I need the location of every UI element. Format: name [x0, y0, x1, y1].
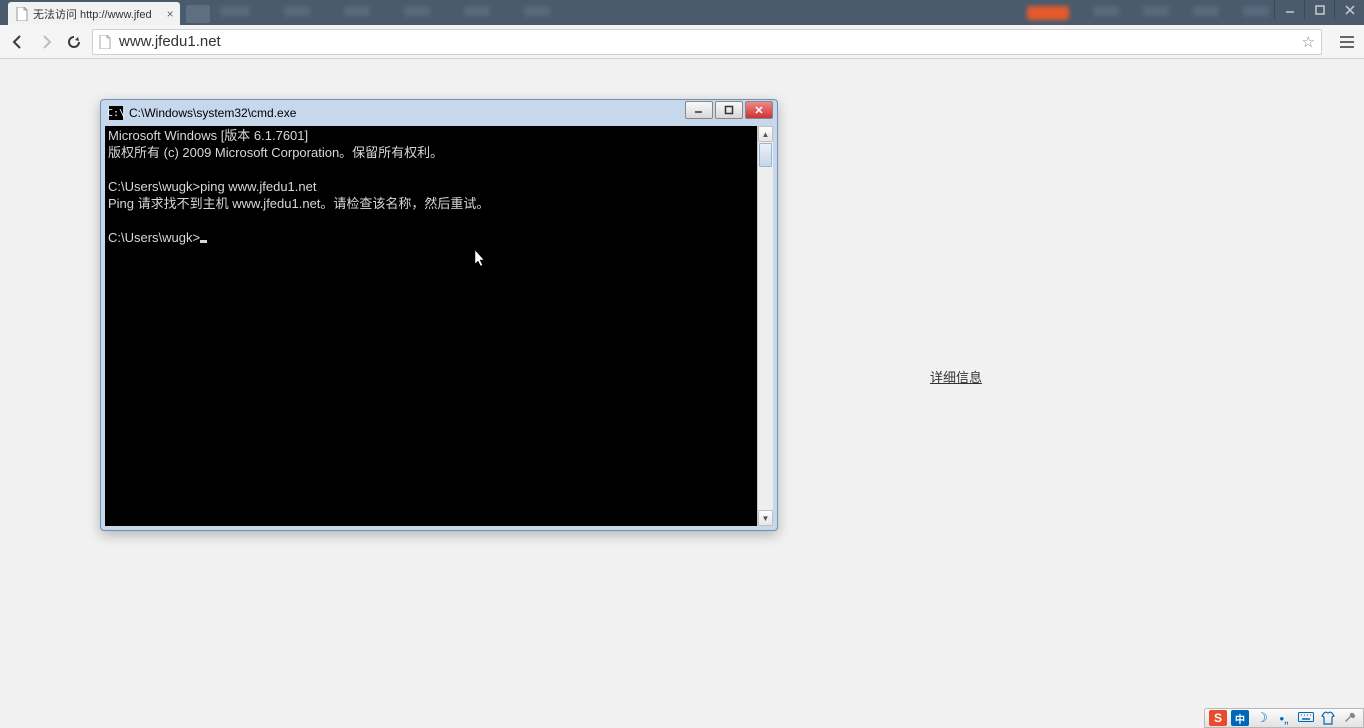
- cmd-prompt: C:\Users\wugk>: [108, 230, 200, 245]
- bookmark-star-icon[interactable]: ☆: [1302, 33, 1315, 51]
- browser-tab-bar: 无法访问 http://www.jfed ×: [0, 0, 1364, 25]
- window-controls: [1274, 0, 1364, 20]
- mouse-cursor-icon: [475, 218, 487, 284]
- forward-button[interactable]: [36, 32, 56, 52]
- tab-close-icon[interactable]: ×: [167, 7, 174, 21]
- cmd-line: Ping 请求找不到主机 www.jfedu1.net。请检查该名称，然后重试。: [108, 196, 489, 211]
- cmd-title: C:\Windows\system32\cmd.exe: [129, 106, 771, 120]
- window-close-button[interactable]: [1334, 0, 1364, 20]
- extension-blur: [1027, 6, 1269, 20]
- ime-sogou-icon[interactable]: S: [1209, 710, 1227, 726]
- scroll-thumb[interactable]: [759, 143, 772, 167]
- new-tab-button[interactable]: [186, 5, 210, 23]
- window-maximize-button[interactable]: [1304, 0, 1334, 20]
- window-minimize-button[interactable]: [1274, 0, 1304, 20]
- ime-skin-icon[interactable]: [1319, 710, 1337, 726]
- cursor-icon: [200, 240, 207, 243]
- cmd-line: 版权所有 (c) 2009 Microsoft Corporation。保留所有…: [108, 145, 443, 160]
- reload-button[interactable]: [64, 32, 84, 52]
- page-icon: [99, 35, 113, 49]
- browser-tab[interactable]: 无法访问 http://www.jfed ×: [8, 2, 180, 25]
- ime-keyboard-icon[interactable]: [1297, 710, 1315, 726]
- ime-moon-icon[interactable]: ☽: [1253, 710, 1271, 726]
- back-button[interactable]: [8, 32, 28, 52]
- bookmark-bar-blur: [220, 6, 550, 16]
- scroll-down-icon[interactable]: ▼: [758, 510, 773, 526]
- cmd-window: C:\ C:\Windows\system32\cmd.exe ✕ Micros…: [100, 99, 778, 531]
- file-icon: [16, 7, 28, 21]
- details-link[interactable]: 详细信息: [930, 367, 982, 386]
- scroll-up-icon[interactable]: ▲: [758, 126, 773, 142]
- page-content: 详细信息 C:\ C:\Windows\system32\cmd.exe ✕ M…: [0, 59, 1364, 708]
- cmd-window-controls: ✕: [685, 101, 773, 119]
- cmd-line: C:\Users\wugk>ping www.jfedu1.net: [108, 179, 316, 194]
- ime-punct-icon[interactable]: •„: [1275, 710, 1293, 726]
- cmd-icon: C:\: [109, 106, 123, 120]
- tab-title: 无法访问 http://www.jfed: [33, 6, 152, 22]
- address-bar-row: www.jfedu1.net ☆: [0, 25, 1364, 59]
- chrome-menu-button[interactable]: [1338, 36, 1356, 48]
- cmd-minimize-button[interactable]: [685, 101, 713, 119]
- cmd-body-wrap: Microsoft Windows [版本 6.1.7601] 版权所有 (c)…: [105, 126, 773, 526]
- url-bar[interactable]: www.jfedu1.net ☆: [92, 29, 1322, 55]
- cmd-scrollbar[interactable]: ▲ ▼: [757, 126, 773, 526]
- cmd-titlebar[interactable]: C:\ C:\Windows\system32\cmd.exe ✕: [105, 104, 773, 126]
- ime-settings-icon[interactable]: [1341, 710, 1359, 726]
- ime-lang-cn-icon[interactable]: 中: [1231, 710, 1249, 726]
- ime-toolbar[interactable]: S 中 ☽ •„: [1204, 708, 1364, 728]
- cmd-close-button[interactable]: ✕: [745, 101, 773, 119]
- cmd-line: Microsoft Windows [版本 6.1.7601]: [108, 128, 308, 143]
- cmd-maximize-button[interactable]: [715, 101, 743, 119]
- cmd-terminal[interactable]: Microsoft Windows [版本 6.1.7601] 版权所有 (c)…: [105, 126, 757, 526]
- url-text: www.jfedu1.net: [119, 33, 1302, 50]
